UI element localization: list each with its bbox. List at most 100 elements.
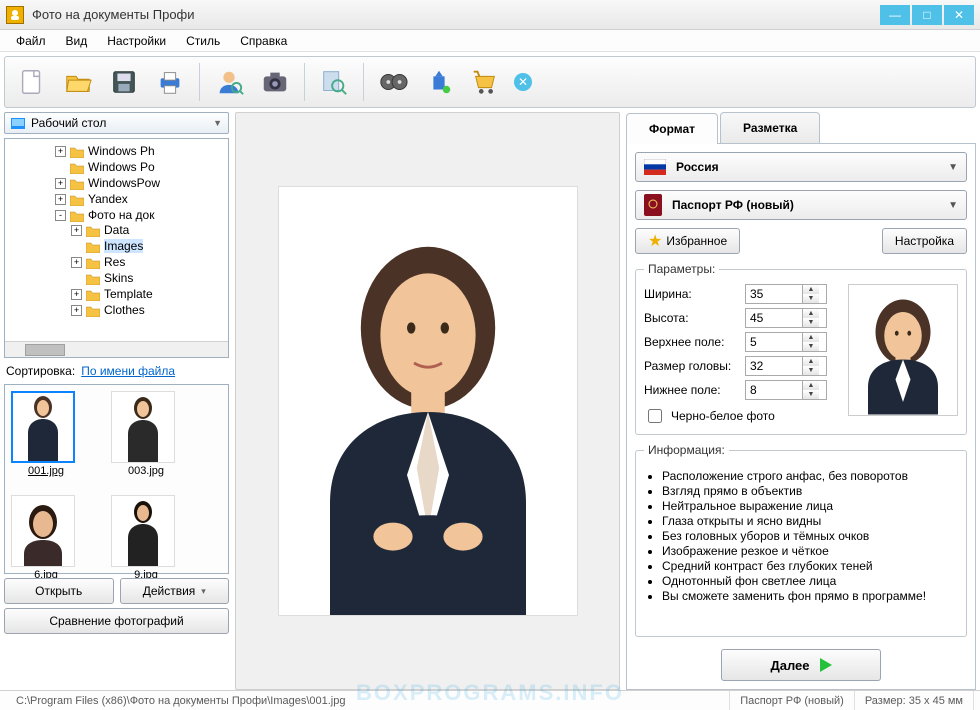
spin-up[interactable]: ▲ — [803, 285, 819, 294]
sort-row: Сортировка: По имени файла — [4, 362, 229, 380]
menu-file[interactable]: Файл — [8, 32, 54, 50]
drive-label: Рабочий стол — [31, 116, 106, 130]
tree-expander[interactable]: + — [71, 305, 82, 316]
toolbar-clear[interactable]: ✕ — [514, 73, 532, 91]
spin-up[interactable]: ▲ — [803, 357, 819, 366]
tree-item[interactable]: - Фото на док+DataImages+ResSkins+Templat… — [55, 207, 228, 319]
spin-down[interactable]: ▼ — [803, 342, 819, 351]
param-input[interactable] — [746, 333, 802, 351]
actions-button[interactable]: Действия — [120, 578, 230, 604]
toolbar-print[interactable] — [149, 61, 191, 103]
tree-expander[interactable]: + — [71, 289, 82, 300]
param-input[interactable] — [746, 285, 802, 303]
spin-down[interactable]: ▼ — [803, 318, 819, 327]
open-button[interactable]: Открыть — [4, 578, 114, 604]
menu-view[interactable]: Вид — [58, 32, 96, 50]
param-spinner[interactable]: ▲▼ — [745, 308, 827, 328]
toolbar-open[interactable] — [57, 61, 99, 103]
param-input[interactable] — [746, 357, 802, 375]
tree-item[interactable]: +WindowsPow — [55, 175, 228, 191]
menu-style[interactable]: Стиль — [178, 32, 228, 50]
spin-down[interactable]: ▼ — [803, 366, 819, 375]
spin-up[interactable]: ▲ — [803, 381, 819, 390]
information-legend: Информация: — [644, 443, 729, 457]
next-button[interactable]: Далее — [721, 649, 880, 681]
param-spinner[interactable]: ▲▼ — [745, 356, 827, 376]
setup-button[interactable]: Настройка — [882, 228, 967, 254]
tree-item[interactable]: +Yandex — [55, 191, 228, 207]
toolbar-profile[interactable] — [208, 61, 250, 103]
thumbnail-item[interactable]: 003.jpg — [111, 391, 181, 477]
document-selector[interactable]: Паспорт РФ (новый) ▼ — [635, 190, 967, 220]
param-spinner[interactable]: ▲▼ — [745, 284, 827, 304]
right-body: Россия ▼ Паспорт РФ (новый) ▼ ★Избранное… — [626, 144, 976, 690]
toolbar-video[interactable] — [372, 61, 414, 103]
tree-expander[interactable]: + — [55, 178, 66, 189]
param-label: Высота: — [644, 311, 739, 325]
chevron-down-icon: ▼ — [948, 162, 958, 173]
tree-expander[interactable]: + — [55, 194, 66, 205]
info-item: Нейтральное выражение лица — [662, 499, 958, 513]
tree-item[interactable]: +Res — [71, 254, 228, 270]
tree-item[interactable]: +Clothes — [71, 302, 228, 318]
compare-photos-button[interactable]: Сравнение фотографий — [4, 608, 229, 634]
tree-expander[interactable]: + — [55, 146, 66, 157]
tree-label: Фото на док — [88, 208, 154, 222]
thumbnail-item[interactable]: 6.jpg — [11, 495, 81, 581]
tree-item[interactable]: +Template — [71, 286, 228, 302]
toolbar-save[interactable] — [103, 61, 145, 103]
folder-tree[interactable]: +Windows PhWindows Po+WindowsPow+Yandex-… — [4, 138, 229, 358]
tree-label: Windows Ph — [88, 144, 155, 158]
tab-format[interactable]: Формат — [626, 113, 718, 144]
thumbnail-item[interactable]: 9.jpg — [111, 495, 181, 581]
toolbar-zoom[interactable] — [313, 61, 355, 103]
parameters-fieldset: Параметры: Ширина:▲▼Высота:▲▼Верхнее пол… — [635, 262, 967, 435]
toolbar-new[interactable] — [11, 61, 53, 103]
flag-russia-icon — [644, 159, 666, 175]
param-input[interactable] — [746, 309, 802, 327]
tree-expander[interactable]: + — [71, 257, 82, 268]
param-input[interactable] — [746, 381, 802, 399]
minimize-button[interactable]: — — [880, 5, 910, 25]
param-spinner[interactable]: ▲▼ — [745, 332, 827, 352]
titlebar: Фото на документы Профи — □ ✕ — [0, 0, 980, 30]
toolbar: ✕ — [4, 56, 976, 108]
sort-mode-link[interactable]: По имени файла — [81, 364, 175, 378]
bw-checkbox[interactable] — [648, 409, 662, 423]
info-item: Изображение резкое и чёткое — [662, 544, 958, 558]
thumbnail-image — [111, 391, 175, 463]
tree-item[interactable]: Windows Po — [55, 159, 228, 175]
thumbnail-item[interactable]: 001.jpg — [11, 391, 81, 477]
param-spinner[interactable]: ▲▼ — [745, 380, 827, 400]
spin-up[interactable]: ▲ — [803, 309, 819, 318]
tree-expander[interactable]: + — [71, 225, 82, 236]
tree-expander[interactable]: - — [55, 210, 66, 221]
menu-settings[interactable]: Настройки — [99, 32, 174, 50]
spin-up[interactable]: ▲ — [803, 333, 819, 342]
star-icon: ★ — [648, 231, 662, 251]
favorites-button[interactable]: ★Избранное — [635, 228, 740, 254]
preview-thumbnail — [848, 284, 958, 416]
tree-hscrollbar[interactable] — [5, 341, 228, 357]
info-item: Средний контраст без глубоких теней — [662, 559, 958, 573]
folder-icon — [70, 178, 84, 190]
close-button[interactable]: ✕ — [944, 5, 974, 25]
right-pane: Формат Разметка Россия ▼ Паспорт РФ (нов… — [626, 112, 976, 690]
tree-item[interactable]: + Windows Ph — [55, 143, 228, 159]
menu-help[interactable]: Справка — [232, 32, 295, 50]
spin-down[interactable]: ▼ — [803, 390, 819, 399]
toolbar-style[interactable] — [418, 61, 460, 103]
country-selector[interactable]: Россия ▼ — [635, 152, 967, 182]
tab-layout[interactable]: Разметка — [720, 112, 820, 143]
toolbar-camera[interactable] — [254, 61, 296, 103]
thumbnail-label: 003.jpg — [111, 465, 181, 477]
tree-item[interactable]: Skins — [71, 270, 228, 286]
maximize-button[interactable]: □ — [912, 5, 942, 25]
toolbar-cart[interactable] — [464, 61, 506, 103]
tree-item[interactable]: Images — [71, 238, 228, 254]
tree-item[interactable]: +Data — [71, 222, 228, 238]
spin-down[interactable]: ▼ — [803, 294, 819, 303]
preview-image — [278, 186, 578, 616]
thumbnail-image — [111, 495, 175, 567]
drive-selector[interactable]: Рабочий стол ▼ — [4, 112, 229, 134]
